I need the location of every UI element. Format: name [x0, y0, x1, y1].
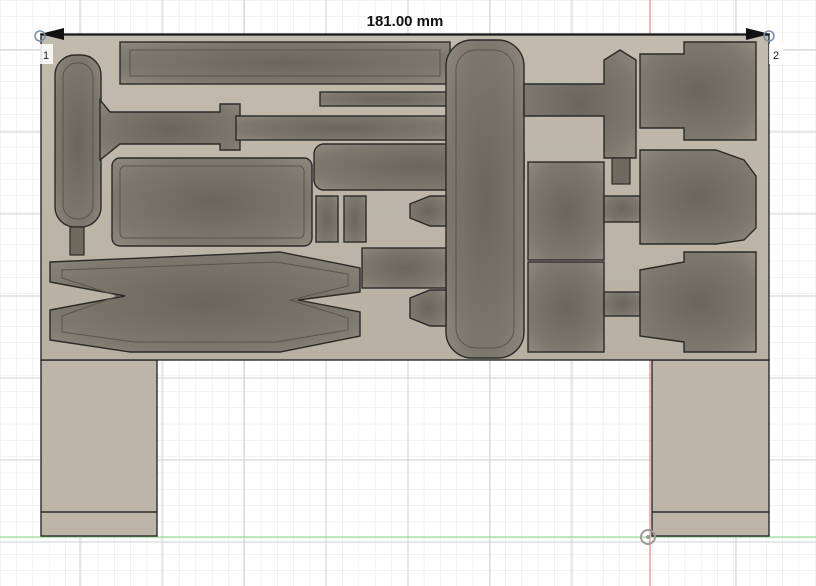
cad-viewport[interactable]: 181.00 mm 1 2: [0, 0, 816, 586]
pocket-thin-slot[interactable]: [319, 91, 451, 107]
pocket-link-lower[interactable]: [603, 291, 641, 317]
pocket-right-bottom[interactable]: [639, 251, 757, 353]
pocket-small-slot-1[interactable]: [315, 195, 339, 243]
pocket-small-slot-2[interactable]: [343, 195, 367, 243]
right-leg[interactable]: [651, 359, 770, 537]
pocket-block-upper[interactable]: [527, 161, 605, 261]
point-label-2: 2: [773, 50, 779, 62]
pocket-left-channel[interactable]: [54, 54, 102, 228]
pocket-rounded-rect[interactable]: [111, 157, 313, 247]
dimension-value: 181.00 mm: [367, 13, 444, 30]
pocket-link-upper[interactable]: [603, 195, 641, 223]
pocket-right-middle[interactable]: [639, 149, 757, 245]
pocket-cross-vertical[interactable]: [445, 39, 525, 359]
pocket-connector-bar[interactable]: [361, 247, 447, 289]
viewport-canvas[interactable]: 181.00 mm 1 2: [0, 0, 816, 586]
pocket-right-top[interactable]: [639, 41, 757, 141]
pocket-long-slot-mid[interactable]: [235, 115, 447, 141]
left-leg[interactable]: [40, 359, 158, 537]
point-label-1: 1: [43, 50, 49, 62]
slot-right-connector[interactable]: [611, 157, 631, 185]
slot-left-connector[interactable]: [69, 226, 85, 256]
pocket-top-long[interactable]: [119, 41, 451, 85]
pocket-hook-lower[interactable]: [409, 289, 447, 327]
pocket-block-lower[interactable]: [527, 261, 605, 353]
